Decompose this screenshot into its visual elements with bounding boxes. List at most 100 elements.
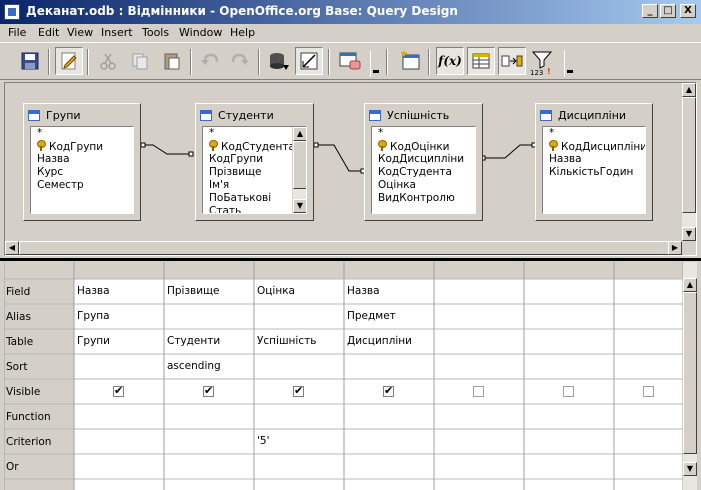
grid-cell-field[interactable]: Назва: [75, 285, 163, 302]
field-item[interactable]: *: [31, 127, 133, 140]
field-item[interactable]: *: [543, 127, 645, 140]
visible-checkbox[interactable]: [203, 384, 214, 398]
grid-cell-function[interactable]: [525, 410, 613, 427]
grid-cell-sort[interactable]: [75, 360, 163, 377]
grid-cell-table[interactable]: Групи: [75, 335, 163, 352]
grid-column-header[interactable]: [75, 262, 164, 279]
grid-cell-table[interactable]: [615, 335, 682, 352]
grid-column-header[interactable]: [255, 262, 344, 279]
grid-cell-alias[interactable]: Предмет: [345, 310, 433, 327]
grid-cell-function[interactable]: [435, 410, 523, 427]
menu-tools[interactable]: Tools: [142, 26, 169, 39]
pane-splitter[interactable]: [0, 258, 701, 261]
scroll-down-icon[interactable]: ▼: [682, 227, 696, 241]
grid-cell-or[interactable]: [525, 460, 613, 477]
grid-cell-table[interactable]: Дисципліни: [345, 335, 433, 352]
grid-cell-function[interactable]: [615, 410, 682, 427]
field-item[interactable]: *: [203, 127, 306, 140]
grid-cell-or[interactable]: [615, 460, 682, 477]
visible-checkbox[interactable]: [642, 386, 654, 397]
grid-column-header[interactable]: [345, 262, 434, 279]
field-item[interactable]: *: [372, 127, 475, 140]
grid-cell-field[interactable]: Оцінка: [255, 285, 343, 302]
scroll-up-icon[interactable]: ▲: [293, 127, 306, 141]
minimize-button[interactable]: _: [642, 4, 658, 18]
field-item[interactable]: Ім'я: [203, 179, 306, 192]
field-item[interactable]: ПоБатькові: [203, 192, 306, 205]
visible-checkbox[interactable]: [383, 384, 394, 398]
grid-cell-table[interactable]: [525, 335, 613, 352]
scroll-down-icon[interactable]: ▼: [683, 462, 697, 476]
add-table-icon-2[interactable]: [396, 47, 424, 75]
field-item[interactable]: ВидКонтролю: [372, 192, 475, 205]
grid-cell-sort[interactable]: [615, 360, 682, 377]
grid-column-header[interactable]: [435, 262, 524, 279]
grid-cell-table[interactable]: Студенти: [165, 335, 253, 352]
scroll-down-icon[interactable]: ▼: [293, 199, 306, 213]
menu-view[interactable]: View: [67, 26, 93, 39]
field-item[interactable]: Прізвище: [203, 166, 306, 179]
field-item[interactable]: КодГрупи: [203, 153, 306, 166]
grid-cell-function[interactable]: [165, 410, 253, 427]
field-item[interactable]: Оцінка: [372, 179, 475, 192]
visible-checkbox[interactable]: [473, 386, 484, 397]
save-icon[interactable]: [16, 47, 44, 75]
field-item[interactable]: КількістьГодин: [543, 166, 645, 179]
grid-vertical-scrollbar[interactable]: ▲ ▼: [683, 262, 697, 490]
table-window-dyscypliny[interactable]: Дисципліни * КодДисципліни Назва Кількіс…: [535, 103, 653, 221]
grid-cell-function[interactable]: [75, 410, 163, 427]
undo-icon[interactable]: [196, 47, 224, 75]
maximize-button[interactable]: □: [660, 4, 676, 18]
grid-cell-criterion[interactable]: [615, 435, 682, 452]
field-item[interactable]: Семестр: [31, 179, 133, 192]
visible-checkbox[interactable]: [113, 384, 124, 398]
menu-help[interactable]: Help: [230, 26, 255, 39]
table-scrollbar[interactable]: ▲ ▼: [292, 127, 306, 213]
scroll-left-icon[interactable]: ◀: [5, 241, 19, 255]
grid-column-header[interactable]: [615, 262, 683, 279]
field-item[interactable]: КодДисципліни: [372, 153, 475, 166]
table-window-uspishnist[interactable]: Успішність * КодОцінки КодДисципліни Код…: [364, 103, 483, 221]
paste-icon[interactable]: [158, 47, 186, 75]
grid-cell-field[interactable]: Прізвище: [165, 285, 253, 302]
cut-icon[interactable]: [94, 47, 122, 75]
grid-cell-alias[interactable]: [615, 310, 682, 327]
grid-cell-alias[interactable]: [165, 310, 253, 327]
grid-cell-table[interactable]: [435, 335, 523, 352]
scroll-thumb[interactable]: [293, 141, 306, 189]
grid-column-header[interactable]: [525, 262, 614, 279]
grid-cell-or[interactable]: [75, 460, 163, 477]
run-query-icon[interactable]: [265, 47, 293, 75]
grid-cell-alias[interactable]: [255, 310, 343, 327]
grid-cell-criterion[interactable]: [75, 435, 163, 452]
grid-cell-criterion[interactable]: [435, 435, 523, 452]
grid-cell-function[interactable]: [255, 410, 343, 427]
grid-cell-criterion[interactable]: [345, 435, 433, 452]
field-item[interactable]: Назва: [543, 153, 645, 166]
field-item[interactable]: Стать: [203, 205, 306, 213]
scroll-up-icon[interactable]: ▲: [682, 83, 696, 97]
design-vertical-scrollbar[interactable]: ▲ ▼: [682, 83, 696, 241]
grid-cell-alias[interactable]: [435, 310, 523, 327]
field-item-key[interactable]: КодСтудента: [203, 140, 306, 153]
field-item-key[interactable]: КодОцінки: [372, 140, 475, 153]
design-horizontal-scrollbar[interactable]: ◀ ▶: [5, 241, 682, 255]
functions-icon[interactable]: f(x): [436, 47, 464, 75]
scroll-right-icon[interactable]: ▶: [668, 241, 682, 255]
scroll-thumb[interactable]: [683, 292, 697, 454]
grid-cell-or[interactable]: [165, 460, 253, 477]
alias-icon[interactable]: [498, 47, 526, 75]
grid-cell-function[interactable]: [345, 410, 433, 427]
field-item-key[interactable]: КодДисципліни: [543, 140, 645, 153]
close-button[interactable]: X: [680, 4, 696, 18]
menu-insert[interactable]: Insert: [101, 26, 133, 39]
grid-cell-sort[interactable]: [525, 360, 613, 377]
edit-icon[interactable]: [55, 47, 83, 75]
scroll-up-icon[interactable]: ▲: [683, 278, 697, 292]
grid-cell-field[interactable]: [435, 285, 523, 302]
grid-cell-or[interactable]: [435, 460, 523, 477]
add-table-icon[interactable]: [336, 47, 364, 75]
grid-cell-criterion[interactable]: [525, 435, 613, 452]
copy-icon[interactable]: [126, 47, 154, 75]
grid-cell-sort[interactable]: ascending: [165, 360, 253, 377]
